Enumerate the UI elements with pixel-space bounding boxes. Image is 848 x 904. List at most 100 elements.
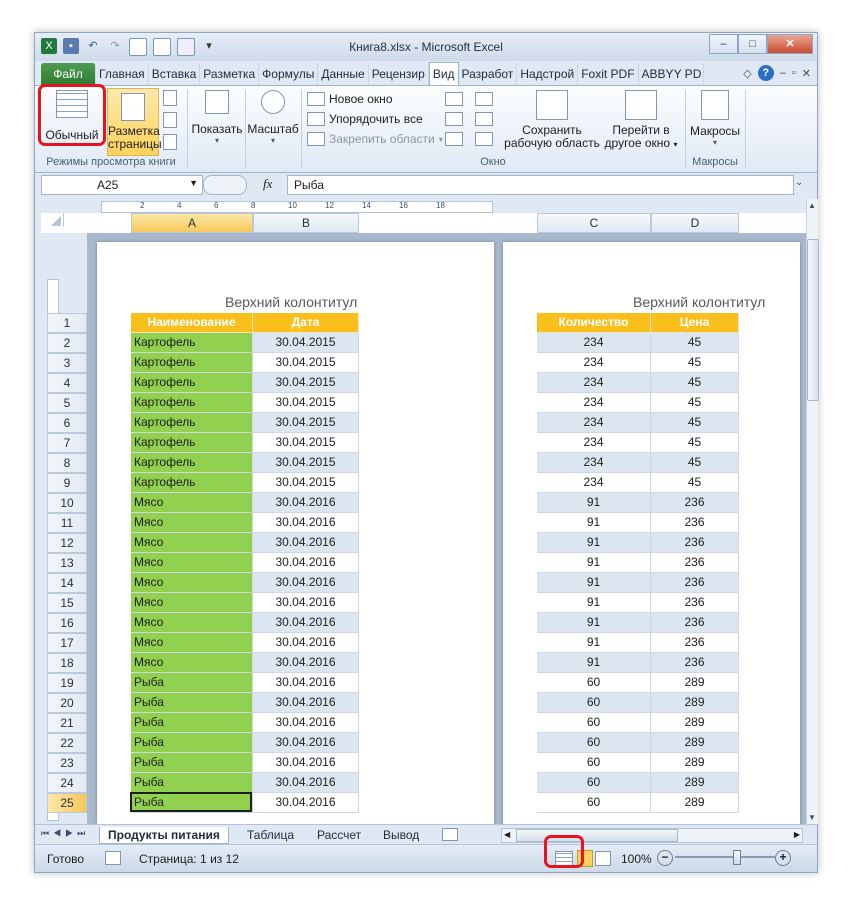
zoom-out-icon[interactable]: −: [657, 850, 673, 866]
row-header[interactable]: 5: [47, 393, 87, 413]
zoom-in-icon[interactable]: +: [775, 850, 791, 866]
table-cell[interactable]: Картофель: [131, 373, 253, 393]
zoom-slider-thumb[interactable]: [733, 850, 741, 865]
ribbon-tab[interactable]: Файл: [41, 63, 96, 85]
row-header[interactable]: 9: [47, 473, 87, 493]
ribbon-tab[interactable]: Главная: [96, 63, 149, 85]
name-box-dropdown-icon[interactable]: ▼: [189, 178, 198, 188]
zoom-level[interactable]: 100%: [621, 852, 652, 866]
table-cell[interactable]: 236: [651, 513, 739, 533]
table-cell[interactable]: 91: [537, 613, 651, 633]
table-cell[interactable]: 236: [651, 633, 739, 653]
hide-icon[interactable]: [445, 112, 463, 126]
table-cell[interactable]: 30.04.2016: [253, 553, 359, 573]
synchronous-scrolling-icon[interactable]: [475, 112, 493, 126]
view-side-by-side-icon[interactable]: [475, 92, 493, 106]
ribbon-tab[interactable]: Данные: [318, 63, 369, 85]
row-header[interactable]: 24: [47, 773, 87, 793]
minimize-button[interactable]: –: [709, 34, 738, 54]
table-cell[interactable]: 30.04.2016: [253, 593, 359, 613]
table-cell[interactable]: 234: [537, 373, 651, 393]
row-header[interactable]: 12: [47, 533, 87, 553]
table-cell[interactable]: Мясо: [131, 553, 253, 573]
row-header[interactable]: 11: [47, 513, 87, 533]
row-header[interactable]: 4: [47, 373, 87, 393]
column-header-a[interactable]: A: [131, 213, 253, 233]
table-cell[interactable]: 45: [651, 393, 739, 413]
table-cell[interactable]: 30.04.2016: [253, 533, 359, 553]
table-cell[interactable]: Мясо: [131, 533, 253, 553]
table-cell[interactable]: 289: [651, 673, 739, 693]
table-cell[interactable]: 60: [537, 673, 651, 693]
table-cell[interactable]: 45: [651, 373, 739, 393]
full-screen-icon[interactable]: [163, 134, 177, 150]
table-cell[interactable]: 30.04.2015: [253, 353, 359, 373]
formula-input[interactable]: Рыба: [287, 175, 794, 195]
insert-sheet-icon[interactable]: [439, 827, 459, 841]
page-break-status-icon[interactable]: [595, 851, 611, 866]
table-cell[interactable]: 234: [537, 393, 651, 413]
freeze-panes-button[interactable]: Закрепить области ▾: [307, 132, 443, 146]
select-all-corner[interactable]: [49, 213, 64, 227]
table-cell[interactable]: 30.04.2016: [253, 653, 359, 673]
arrange-all-button[interactable]: Упорядочить все: [307, 112, 443, 126]
table-cell[interactable]: 236: [651, 653, 739, 673]
ribbon-tab[interactable]: ABBYY PD: [639, 63, 704, 85]
table-cell[interactable]: 60: [537, 693, 651, 713]
table-cell[interactable]: Мясо: [131, 613, 253, 633]
table-cell[interactable]: Рыба: [131, 733, 253, 753]
table-cell[interactable]: 30.04.2016: [253, 673, 359, 693]
table-cell[interactable]: 45: [651, 453, 739, 473]
help-icon[interactable]: ?: [757, 65, 774, 81]
row-header[interactable]: 22: [47, 733, 87, 753]
table-cell[interactable]: 234: [537, 333, 651, 353]
table-cell[interactable]: Количество: [537, 313, 651, 333]
restore-button[interactable]: □: [738, 34, 767, 54]
row-header[interactable]: 18: [47, 653, 87, 673]
sheet-tab-output[interactable]: Вывод: [375, 827, 427, 843]
macro-record-icon[interactable]: [105, 851, 121, 865]
workbook-minimize-icon[interactable]: –: [780, 67, 786, 79]
table-cell[interactable]: 289: [651, 773, 739, 793]
table-cell[interactable]: Картофель: [131, 393, 253, 413]
table-cell[interactable]: Мясо: [131, 633, 253, 653]
table-cell[interactable]: 30.04.2016: [253, 613, 359, 633]
row-header[interactable]: 1: [47, 313, 87, 333]
sheet-tab-table[interactable]: Таблица: [239, 827, 302, 843]
header-footer-right[interactable]: Верхний колонтитул: [633, 294, 765, 310]
table-cell[interactable]: 91: [537, 553, 651, 573]
page-layout-view-button[interactable]: Разметка страницы: [107, 88, 162, 156]
vertical-scrollbar[interactable]: ▲ ▼: [806, 199, 819, 824]
table-cell[interactable]: 91: [537, 653, 651, 673]
switch-windows-button[interactable]: Перейти в другое окно ▾: [601, 90, 681, 151]
table-cell[interactable]: 30.04.2016: [253, 573, 359, 593]
table-cell[interactable]: 60: [537, 733, 651, 753]
table-cell[interactable]: 236: [651, 493, 739, 513]
ribbon-tab[interactable]: Надстрой: [517, 63, 579, 85]
unhide-icon[interactable]: [445, 132, 463, 146]
table-cell[interactable]: Мясо: [131, 493, 253, 513]
table-cell[interactable]: 234: [537, 353, 651, 373]
table-cell[interactable]: Картофель: [131, 453, 253, 473]
table-cell[interactable]: 30.04.2016: [253, 493, 359, 513]
table-cell[interactable]: 236: [651, 593, 739, 613]
row-header[interactable]: 3: [47, 353, 87, 373]
table-cell[interactable]: 236: [651, 573, 739, 593]
zoom-slider-track[interactable]: [675, 850, 775, 865]
table-cell[interactable]: 30.04.2016: [253, 513, 359, 533]
table-cell[interactable]: Дата: [253, 313, 359, 333]
save-workspace-button[interactable]: Сохранить рабочую область: [503, 90, 601, 150]
ribbon-tab[interactable]: Формулы: [259, 63, 319, 85]
ribbon-tab[interactable]: Разработ: [459, 63, 518, 85]
table-cell[interactable]: Рыба: [131, 693, 253, 713]
table-cell[interactable]: 234: [537, 453, 651, 473]
table-cell[interactable]: 30.04.2016: [253, 773, 359, 793]
expand-formula-bar-icon[interactable]: ⌄: [795, 177, 803, 188]
table-cell[interactable]: 289: [651, 733, 739, 753]
row-header[interactable]: 21: [47, 713, 87, 733]
table-cell[interactable]: 60: [537, 773, 651, 793]
split-icon[interactable]: [445, 92, 463, 106]
table-cell[interactable]: 234: [537, 413, 651, 433]
vertical-scroll-thumb[interactable]: [807, 239, 819, 401]
row-header[interactable]: 8: [47, 453, 87, 473]
